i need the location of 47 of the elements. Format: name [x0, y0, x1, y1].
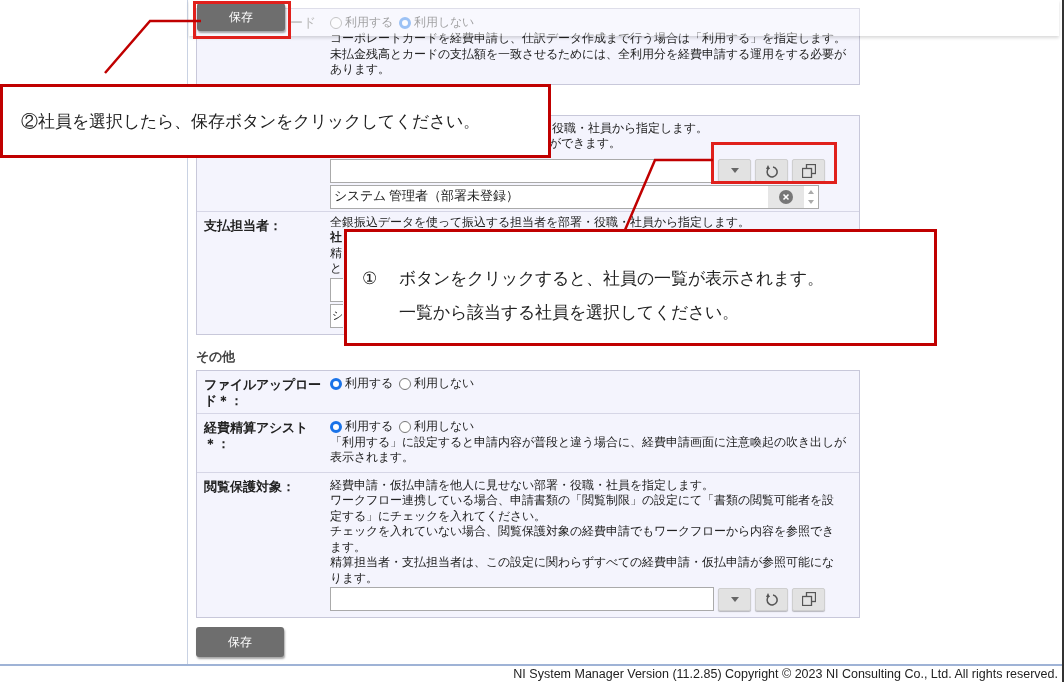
section-heading: その他 — [196, 348, 236, 365]
copyright-text: NI System Manager Version (11.2.85) Copyright © 2023 NI Consulting Co., Ltd. All rights reserved. — [513, 666, 1058, 682]
radio-option[interactable]: 利用しない — [399, 375, 474, 392]
search-field[interactable] — [330, 158, 714, 183]
list-item[interactable]: システム 管理者（部署未登録） — [331, 188, 768, 205]
help-text: 経費申請・仮払申請を他人に見せない部署・役職・社員を指定します。 — [330, 477, 715, 493]
help-text: 未払金残高とカードの支払額を一致させるためには、全利用分を経費申請する運用をする必要があります。 — [330, 46, 847, 78]
selected-list[interactable]: システム 管理者（部署未登録） — [330, 184, 819, 209]
search-field[interactable] — [330, 277, 343, 302]
help-text: と — [330, 261, 342, 277]
caret-icon — [730, 596, 739, 602]
radio-option[interactable]: 利用する — [330, 418, 393, 435]
caret-icon — [730, 168, 739, 173]
clear-icon — [779, 189, 793, 204]
field-label: 経費精算アシスト＊： — [204, 420, 308, 451]
copy-icon — [801, 592, 816, 606]
help-text: コーポレートカードを経費申請し、仕訳データ作成まで行う場合は「利用する」を指定します。 — [330, 31, 847, 47]
help-text: 社 — [330, 230, 342, 246]
radio-option[interactable]: 利用する — [330, 375, 393, 392]
dropdown-button[interactable] — [718, 587, 751, 611]
dropdown-button[interactable] — [718, 159, 751, 182]
field-label: ファイルアップロード＊： — [204, 377, 321, 408]
callout-text: 一覧から該当する社員を選択してください。 — [399, 302, 740, 323]
callout-text: ボタンをクリックすると、社員の一覧が表示されます。 — [399, 268, 824, 289]
step-number: ① — [362, 268, 378, 289]
copy-icon — [801, 163, 816, 178]
selected-list[interactable]: シ — [330, 303, 343, 328]
help-text: ワークフロー連携している場合、申請書類の「閲覧制限」の設定にて「書類の閲覧可能者を設定する」にチェックを入れてください。 — [330, 493, 835, 524]
help-text: 役職・社員から指定します。 — [552, 120, 708, 136]
copy-button[interactable] — [792, 159, 825, 182]
callout-text: ②社員を選択したら、保存ボタンをクリックしてください。 — [21, 110, 480, 132]
radio-option[interactable]: 利用しない — [399, 418, 474, 435]
help-text: チェックを入れていない場合、閲覧保護対象の経費申請でもワークフローから内容を参照できます。 — [330, 524, 835, 555]
save-button[interactable]: 保存 — [197, 3, 285, 31]
refresh-icon — [764, 592, 779, 606]
help-text: 「利用する」に設定すると申請内容が普段と違う場合に、経費申請画面に注意喚起の吹き出しが表示されます。 — [330, 434, 847, 466]
help-text: 精算担当者・支払担当者は、この設定に関わらずすべての経費申請・仮払申請が参照可能になります。 — [330, 555, 835, 586]
copy-button[interactable] — [792, 587, 825, 611]
reset-button[interactable] — [755, 587, 788, 611]
list-item[interactable]: シ — [331, 307, 343, 324]
search-field[interactable] — [330, 587, 714, 611]
save-button[interactable]: 保存 — [196, 627, 284, 657]
field-label: 閲覧保護対象： — [204, 479, 295, 494]
field-label: 支払担当者： — [204, 218, 282, 233]
refresh-icon — [764, 163, 779, 178]
help-text: 精 — [330, 245, 342, 261]
reset-button[interactable] — [755, 159, 788, 182]
